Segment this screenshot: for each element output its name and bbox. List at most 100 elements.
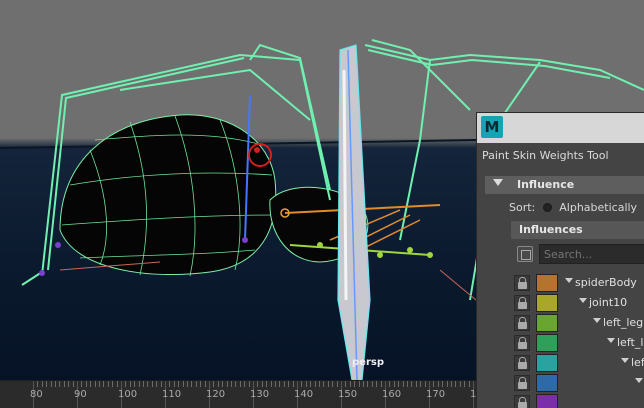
timeslider-minor-tick — [319, 381, 320, 387]
timeslider-minor-tick — [187, 381, 188, 387]
panel-title: Paint Skin Weights Tool — [482, 149, 609, 162]
timeslider-minor-tick — [371, 381, 373, 387]
timeslider-minor-tick — [231, 381, 232, 387]
timeslider-minor-tick — [59, 381, 61, 387]
influence-row[interactable]: left_l — [511, 333, 644, 353]
timeslider-minor-tick — [310, 381, 312, 387]
timeslider-minor-tick — [358, 381, 360, 387]
timeslider-minor-tick — [275, 381, 276, 387]
expand-arrow-icon[interactable] — [565, 278, 573, 283]
timeslider-minor-tick — [349, 381, 351, 387]
timeslider-minor-tick — [336, 381, 338, 387]
timeslider-minor-tick — [389, 381, 391, 387]
timeslider-minor-tick — [244, 381, 246, 387]
sort-alphabetically-radio[interactable] — [542, 203, 552, 212]
influence-row[interactable]: joint10 — [511, 293, 644, 313]
timeslider-minor-tick — [257, 381, 259, 387]
timeslider-frame-label: 90 — [74, 389, 87, 400]
timeslider-minor-tick — [147, 381, 149, 387]
timeslider-minor-tick — [169, 381, 171, 387]
timeslider-minor-tick — [116, 381, 118, 387]
timeslider-minor-tick — [222, 381, 224, 387]
influence-row[interactable] — [511, 373, 644, 393]
lock-icon[interactable] — [514, 295, 530, 311]
timeslider-minor-tick — [37, 381, 39, 387]
influence-row[interactable]: lef — [511, 353, 644, 373]
influence-row[interactable]: left_legE — [511, 313, 644, 333]
lock-icon[interactable] — [514, 355, 530, 371]
timeslider-minor-tick — [279, 381, 281, 387]
timeslider-minor-tick — [72, 381, 74, 387]
timeslider-frame-label: 170 — [426, 389, 446, 400]
lock-icon[interactable] — [514, 275, 530, 291]
spider-body-mesh — [59, 114, 369, 277]
timeslider-minor-tick — [380, 381, 382, 387]
lock-icon[interactable] — [514, 395, 530, 408]
influence-color-swatch[interactable] — [536, 274, 558, 292]
timeslider-minor-tick — [433, 381, 435, 387]
timeslider-minor-tick — [103, 381, 105, 387]
influence-color-swatch[interactable] — [536, 294, 558, 312]
expand-arrow-icon[interactable] — [621, 358, 629, 363]
panel-titlebar[interactable]: M — [477, 113, 644, 143]
influence-name: left_legE — [603, 316, 644, 329]
collapse-arrow-icon[interactable] — [493, 179, 503, 186]
timeslider-minor-tick — [178, 381, 180, 387]
timeslider-minor-tick — [398, 381, 400, 387]
timeslider-frame-label: 140 — [294, 389, 314, 400]
expand-arrow-icon[interactable] — [635, 378, 643, 383]
influence-search-input[interactable] — [539, 244, 644, 264]
timeslider-minor-tick — [332, 381, 334, 387]
timeslider-minor-tick — [134, 381, 136, 387]
influence-frame-header[interactable]: Influence — [485, 176, 644, 194]
maya-logo-icon: M — [481, 116, 503, 138]
timeslider-minor-tick — [63, 381, 65, 387]
expand-arrow-icon[interactable] — [593, 318, 601, 323]
influence-color-swatch[interactable] — [536, 394, 558, 408]
influences-header-label: Influences — [519, 223, 583, 236]
influence-search-row — [511, 243, 644, 265]
timeslider-frame-label: 160 — [382, 389, 402, 400]
timeslider-minor-tick — [217, 381, 219, 387]
lock-icon[interactable] — [514, 375, 530, 391]
timeslider-minor-tick — [442, 381, 444, 387]
timeslider-frame-label: 130 — [250, 389, 270, 400]
timeslider-minor-tick — [420, 381, 422, 387]
expand-arrow-icon[interactable] — [579, 298, 587, 303]
influence-color-swatch[interactable] — [536, 374, 558, 392]
lock-icon[interactable] — [514, 315, 530, 331]
influence-row[interactable]: spiderBody — [511, 273, 644, 293]
influence-name: left_l — [617, 336, 644, 349]
influence-color-swatch[interactable] — [536, 314, 558, 332]
timeslider-minor-tick — [345, 381, 347, 387]
timeslider-minor-tick — [50, 381, 52, 387]
timeslider-minor-tick — [160, 381, 162, 387]
timeslider-minor-tick — [455, 381, 457, 387]
time-slider[interactable]: 809010011012013014015016017018 — [0, 380, 483, 408]
influence-name: joint10 — [589, 296, 628, 309]
timeslider-minor-tick — [292, 381, 294, 387]
timeslider-minor-tick — [270, 381, 272, 387]
influence-name: spiderBody — [575, 276, 637, 289]
sort-row: Sort: Alphabetically — [509, 201, 644, 217]
influence-name: lef — [631, 356, 644, 369]
influence-row[interactable] — [511, 393, 644, 408]
timeslider-minor-tick — [81, 381, 83, 387]
timeslider-minor-tick — [204, 381, 206, 387]
timeslider-minor-tick — [90, 381, 92, 387]
timeslider-frame-label: 120 — [206, 389, 226, 400]
timeslider-minor-tick — [437, 381, 439, 387]
timeslider-minor-tick — [112, 381, 114, 387]
filter-icon[interactable] — [517, 246, 533, 262]
timeslider-minor-tick — [94, 381, 96, 387]
influence-color-swatch[interactable] — [536, 354, 558, 372]
influence-color-swatch[interactable] — [536, 334, 558, 352]
sort-alphabetically-label: Alphabetically — [559, 201, 638, 214]
timeslider-minor-tick — [191, 381, 193, 387]
lock-icon[interactable] — [514, 335, 530, 351]
influence-header-label: Influence — [517, 178, 575, 191]
timeslider-minor-tick — [55, 381, 56, 387]
timeslider-minor-tick — [138, 381, 140, 387]
expand-arrow-icon[interactable] — [607, 338, 615, 343]
timeslider-minor-tick — [261, 381, 263, 387]
